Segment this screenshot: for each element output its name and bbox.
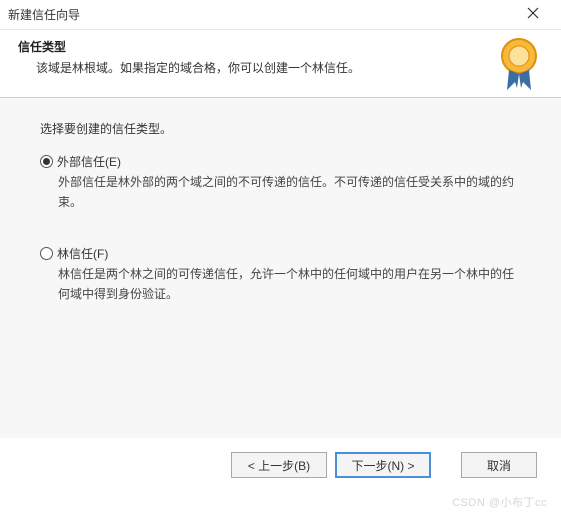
cancel-button[interactable]: 取消 <box>461 452 537 478</box>
option-desc-forest: 林信任是两个林之间的可传递信任，允许一个林中的任何域中的用户在另一个林中的任何域… <box>58 264 521 305</box>
window-title: 新建信任向导 <box>8 6 80 23</box>
option-forest-trust[interactable]: 林信任(F) 林信任是两个林之间的可传递信任，允许一个林中的任何域中的用户在另一… <box>40 245 521 305</box>
option-external-trust[interactable]: 外部信任(E) 外部信任是林外部的两个域之间的不可传递的信任。不可传递的信任受关… <box>40 153 521 213</box>
ribbon-icon <box>497 36 541 95</box>
prompt-text: 选择要创建的信任类型。 <box>40 120 521 137</box>
back-button-label: < 上一步(B) <box>248 457 310 474</box>
titlebar: 新建信任向导 <box>0 0 561 30</box>
wizard-body: 选择要创建的信任类型。 外部信任(E) 外部信任是林外部的两个域之间的不可传递的… <box>0 98 561 438</box>
close-button[interactable] <box>513 1 553 29</box>
button-bar: < 上一步(B) 下一步(N) > 取消 <box>231 452 537 478</box>
option-desc-external: 外部信任是林外部的两个域之间的不可传递的信任。不可传递的信任受关系中的域的约束。 <box>58 172 521 213</box>
option-label-external: 外部信任(E) <box>57 153 121 170</box>
radio-external[interactable] <box>40 155 53 168</box>
watermark: CSDN @小布丁cc <box>452 494 547 510</box>
next-button[interactable]: 下一步(N) > <box>335 452 431 478</box>
cancel-button-label: 取消 <box>487 457 511 474</box>
header-description: 该域是林根域。如果指定的域合格，你可以创建一个林信任。 <box>18 59 543 76</box>
option-label-forest: 林信任(F) <box>57 245 108 262</box>
radio-forest[interactable] <box>40 247 53 260</box>
wizard-header: 信任类型 该域是林根域。如果指定的域合格，你可以创建一个林信任。 <box>0 30 561 98</box>
next-button-label: 下一步(N) > <box>351 457 414 474</box>
back-button[interactable]: < 上一步(B) <box>231 452 327 478</box>
header-title: 信任类型 <box>18 38 543 55</box>
close-icon <box>527 7 539 22</box>
